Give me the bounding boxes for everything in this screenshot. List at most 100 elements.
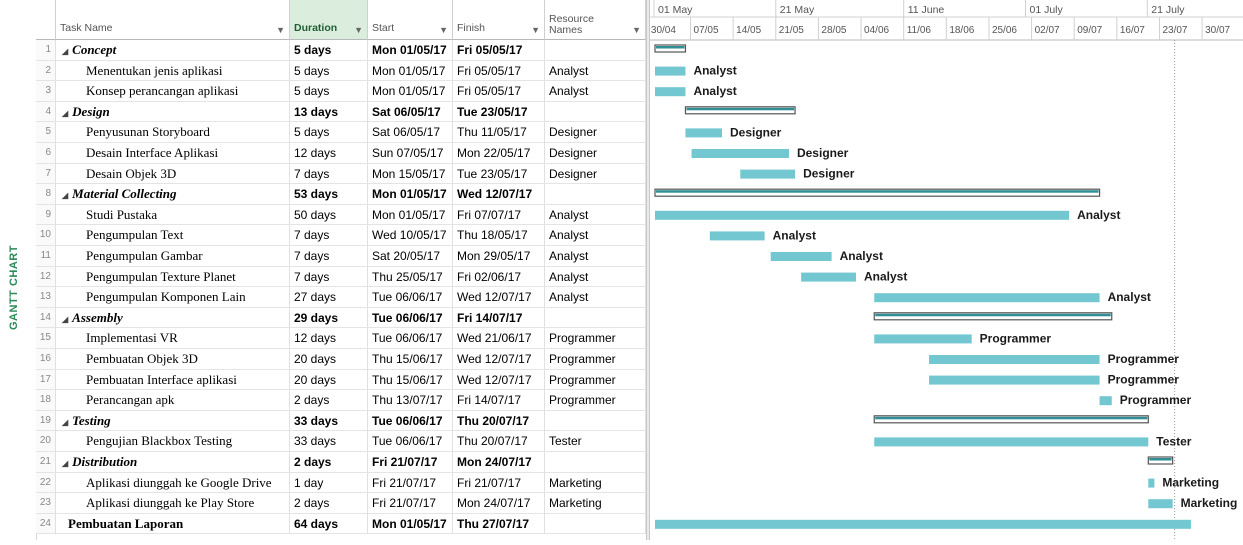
chevron-down-icon[interactable]: ▼ (632, 25, 641, 35)
table-row[interactable]: 4 ◢ Design 13 days Sat 06/05/17 Tue 23/05/17 (36, 101, 646, 123)
finish-cell[interactable]: Thu 18/05/17 (453, 225, 545, 245)
table-row[interactable]: 16 Pembuatan Objek 3D 20 days Thu 15/06/17 W… (36, 349, 646, 370)
table-row[interactable]: 20 Pengujian Blackbox Testing 33 days Tue 0… (36, 431, 646, 452)
start-cell[interactable]: Thu 13/07/17 (368, 390, 453, 410)
task-name-cell[interactable]: Desain Interface Aplikasi (56, 143, 290, 163)
table-row[interactable]: 17 Pembuatan Interface aplikasi 20 days Thu… (36, 369, 646, 391)
resource-cell[interactable] (545, 513, 646, 534)
task-name-cell[interactable]: Aplikasi diunggah ke Google Drive (56, 472, 290, 493)
finish-cell[interactable]: Wed 12/07/17 (453, 287, 545, 307)
resource-cell[interactable]: Analyst (545, 60, 646, 81)
collapse-triangle-icon[interactable]: ◢ (62, 315, 68, 324)
start-cell[interactable]: Sat 06/05/17 (368, 101, 453, 122)
task-name-cell[interactable]: ◢ Distribution (56, 452, 290, 472)
table-row[interactable]: 15 Implementasi VR 12 days Tue 06/06/17 Wed … (36, 328, 646, 349)
table-row[interactable]: 12 Pengumpulan Texture Planet 7 days Thu 25… (36, 266, 646, 288)
row-number[interactable]: 20 (36, 431, 56, 451)
finish-cell[interactable]: Mon 22/05/17 (453, 143, 545, 163)
duration-cell[interactable]: 12 days (290, 328, 368, 348)
task-name-cell[interactable]: Pembuatan Laporan (56, 513, 290, 534)
row-number[interactable]: 5 (36, 122, 56, 142)
resource-cell[interactable] (545, 410, 646, 431)
resource-cell[interactable]: Programmer (545, 349, 646, 369)
row-number[interactable]: 10 (36, 225, 56, 245)
duration-cell[interactable]: 53 days (290, 184, 368, 204)
duration-cell[interactable]: 20 days (290, 369, 368, 390)
finish-cell[interactable]: Fri 14/07/17 (453, 307, 545, 328)
start-cell[interactable]: Tue 06/06/17 (368, 410, 453, 431)
row-number[interactable]: 23 (36, 493, 56, 513)
row-number[interactable]: 4 (36, 101, 56, 122)
header-duration[interactable]: Duration ▼ (290, 0, 368, 40)
row-number[interactable]: 11 (36, 246, 56, 266)
start-cell[interactable]: Sat 20/05/17 (368, 246, 453, 266)
duration-cell[interactable]: 7 days (290, 246, 368, 266)
table-row[interactable]: 5 Penyusunan Storyboard 5 days Sat 06/05/17… (36, 122, 646, 143)
duration-cell[interactable]: 7 days (290, 225, 368, 245)
finish-cell[interactable]: Fri 05/05/17 (453, 81, 545, 101)
finish-cell[interactable]: Mon 24/07/17 (453, 493, 545, 513)
chevron-down-icon[interactable]: ▼ (276, 25, 285, 35)
task-name-cell[interactable]: Aplikasi diunggah ke Play Store (56, 493, 290, 513)
row-number[interactable]: 14 (36, 307, 56, 328)
row-number[interactable]: 6 (36, 143, 56, 163)
row-number[interactable]: 9 (36, 204, 56, 225)
table-row[interactable]: 19 ◢ Testing 33 days Tue 06/06/17 Thu 20/07/1… (36, 410, 646, 432)
table-row[interactable]: 24 Pembuatan Laporan 64 days Mon 01/05/17 Th… (36, 513, 646, 535)
table-row[interactable]: 14 ◢ Assembly 29 days Tue 06/06/17 Fri 14/07/… (36, 307, 646, 329)
finish-cell[interactable]: Fri 14/07/17 (453, 390, 545, 410)
collapse-triangle-icon[interactable]: ◢ (62, 418, 68, 427)
duration-cell[interactable]: 33 days (290, 410, 368, 431)
finish-cell[interactable]: Tue 23/05/17 (453, 101, 545, 122)
task-name-cell[interactable]: ◢ Assembly (56, 307, 290, 328)
collapse-triangle-icon[interactable]: ◢ (62, 191, 68, 200)
start-cell[interactable]: Mon 15/05/17 (368, 163, 453, 184)
start-cell[interactable]: Mon 01/05/17 (368, 81, 453, 101)
resource-cell[interactable]: Designer (545, 163, 646, 184)
duration-cell[interactable]: 5 days (290, 122, 368, 142)
resource-cell[interactable]: Programmer (545, 369, 646, 390)
chevron-down-icon[interactable]: ▼ (439, 25, 448, 35)
duration-cell[interactable]: 2 days (290, 452, 368, 472)
table-row[interactable]: 22 Aplikasi diunggah ke Google Drive 1 day… (36, 472, 646, 494)
resource-cell[interactable] (545, 184, 646, 204)
row-number[interactable]: 3 (36, 81, 56, 101)
task-name-cell[interactable]: Pengumpulan Text (56, 225, 290, 245)
start-cell[interactable]: Mon 01/05/17 (368, 513, 453, 534)
resource-cell[interactable]: Designer (545, 143, 646, 163)
finish-cell[interactable]: Fri 05/05/17 (453, 40, 545, 60)
duration-cell[interactable]: 12 days (290, 143, 368, 163)
resource-cell[interactable] (545, 307, 646, 328)
header-task-name[interactable]: Task Name ▼ (56, 0, 290, 40)
task-name-cell[interactable]: Pengumpulan Komponen Lain (56, 287, 290, 307)
table-row[interactable]: 10 Pengumpulan Text 7 days Wed 10/05/17 Thu … (36, 225, 646, 246)
table-row[interactable]: 9 Studi Pustaka 50 days Mon 01/05/17 Fri 07/… (36, 204, 646, 226)
resource-cell[interactable]: Tester (545, 431, 646, 451)
table-row[interactable]: 11 Pengumpulan Gambar 7 days Sat 20/05/17 Mo… (36, 246, 646, 267)
finish-cell[interactable]: Fri 05/05/17 (453, 60, 545, 81)
duration-cell[interactable]: 29 days (290, 307, 368, 328)
table-row[interactable]: 23 Aplikasi diunggah ke Play Store 2 days F… (36, 493, 646, 514)
task-name-cell[interactable]: ◢ Testing (56, 410, 290, 431)
row-number[interactable]: 22 (36, 472, 56, 493)
finish-cell[interactable]: Thu 11/05/17 (453, 122, 545, 142)
collapse-triangle-icon[interactable]: ◢ (62, 109, 68, 118)
start-cell[interactable]: Tue 06/06/17 (368, 328, 453, 348)
row-number[interactable]: 17 (36, 369, 56, 390)
table-row[interactable]: 6 Desain Interface Aplikasi 12 days Sun 07/… (36, 143, 646, 164)
row-number[interactable]: 13 (36, 287, 56, 307)
table-row[interactable]: 8 ◢ Material Collecting 53 days Mon 01/05/17… (36, 184, 646, 205)
finish-cell[interactable]: Mon 24/07/17 (453, 452, 545, 472)
table-row[interactable]: 21 ◢ Distribution 2 days Fri 21/07/17 Mon 24/… (36, 452, 646, 473)
finish-cell[interactable]: Mon 29/05/17 (453, 246, 545, 266)
header-finish[interactable]: Finish ▼ (453, 0, 545, 40)
duration-cell[interactable]: 5 days (290, 40, 368, 60)
row-number[interactable]: 15 (36, 328, 56, 348)
row-number[interactable]: 1 (36, 40, 56, 60)
finish-cell[interactable]: Wed 12/07/17 (453, 184, 545, 204)
header-resource-names[interactable]: Resource Names ▼ (545, 0, 646, 40)
row-number[interactable]: 16 (36, 349, 56, 369)
task-name-cell[interactable]: Perancangan apk (56, 390, 290, 410)
duration-cell[interactable]: 7 days (290, 266, 368, 287)
start-cell[interactable]: Thu 25/05/17 (368, 266, 453, 287)
